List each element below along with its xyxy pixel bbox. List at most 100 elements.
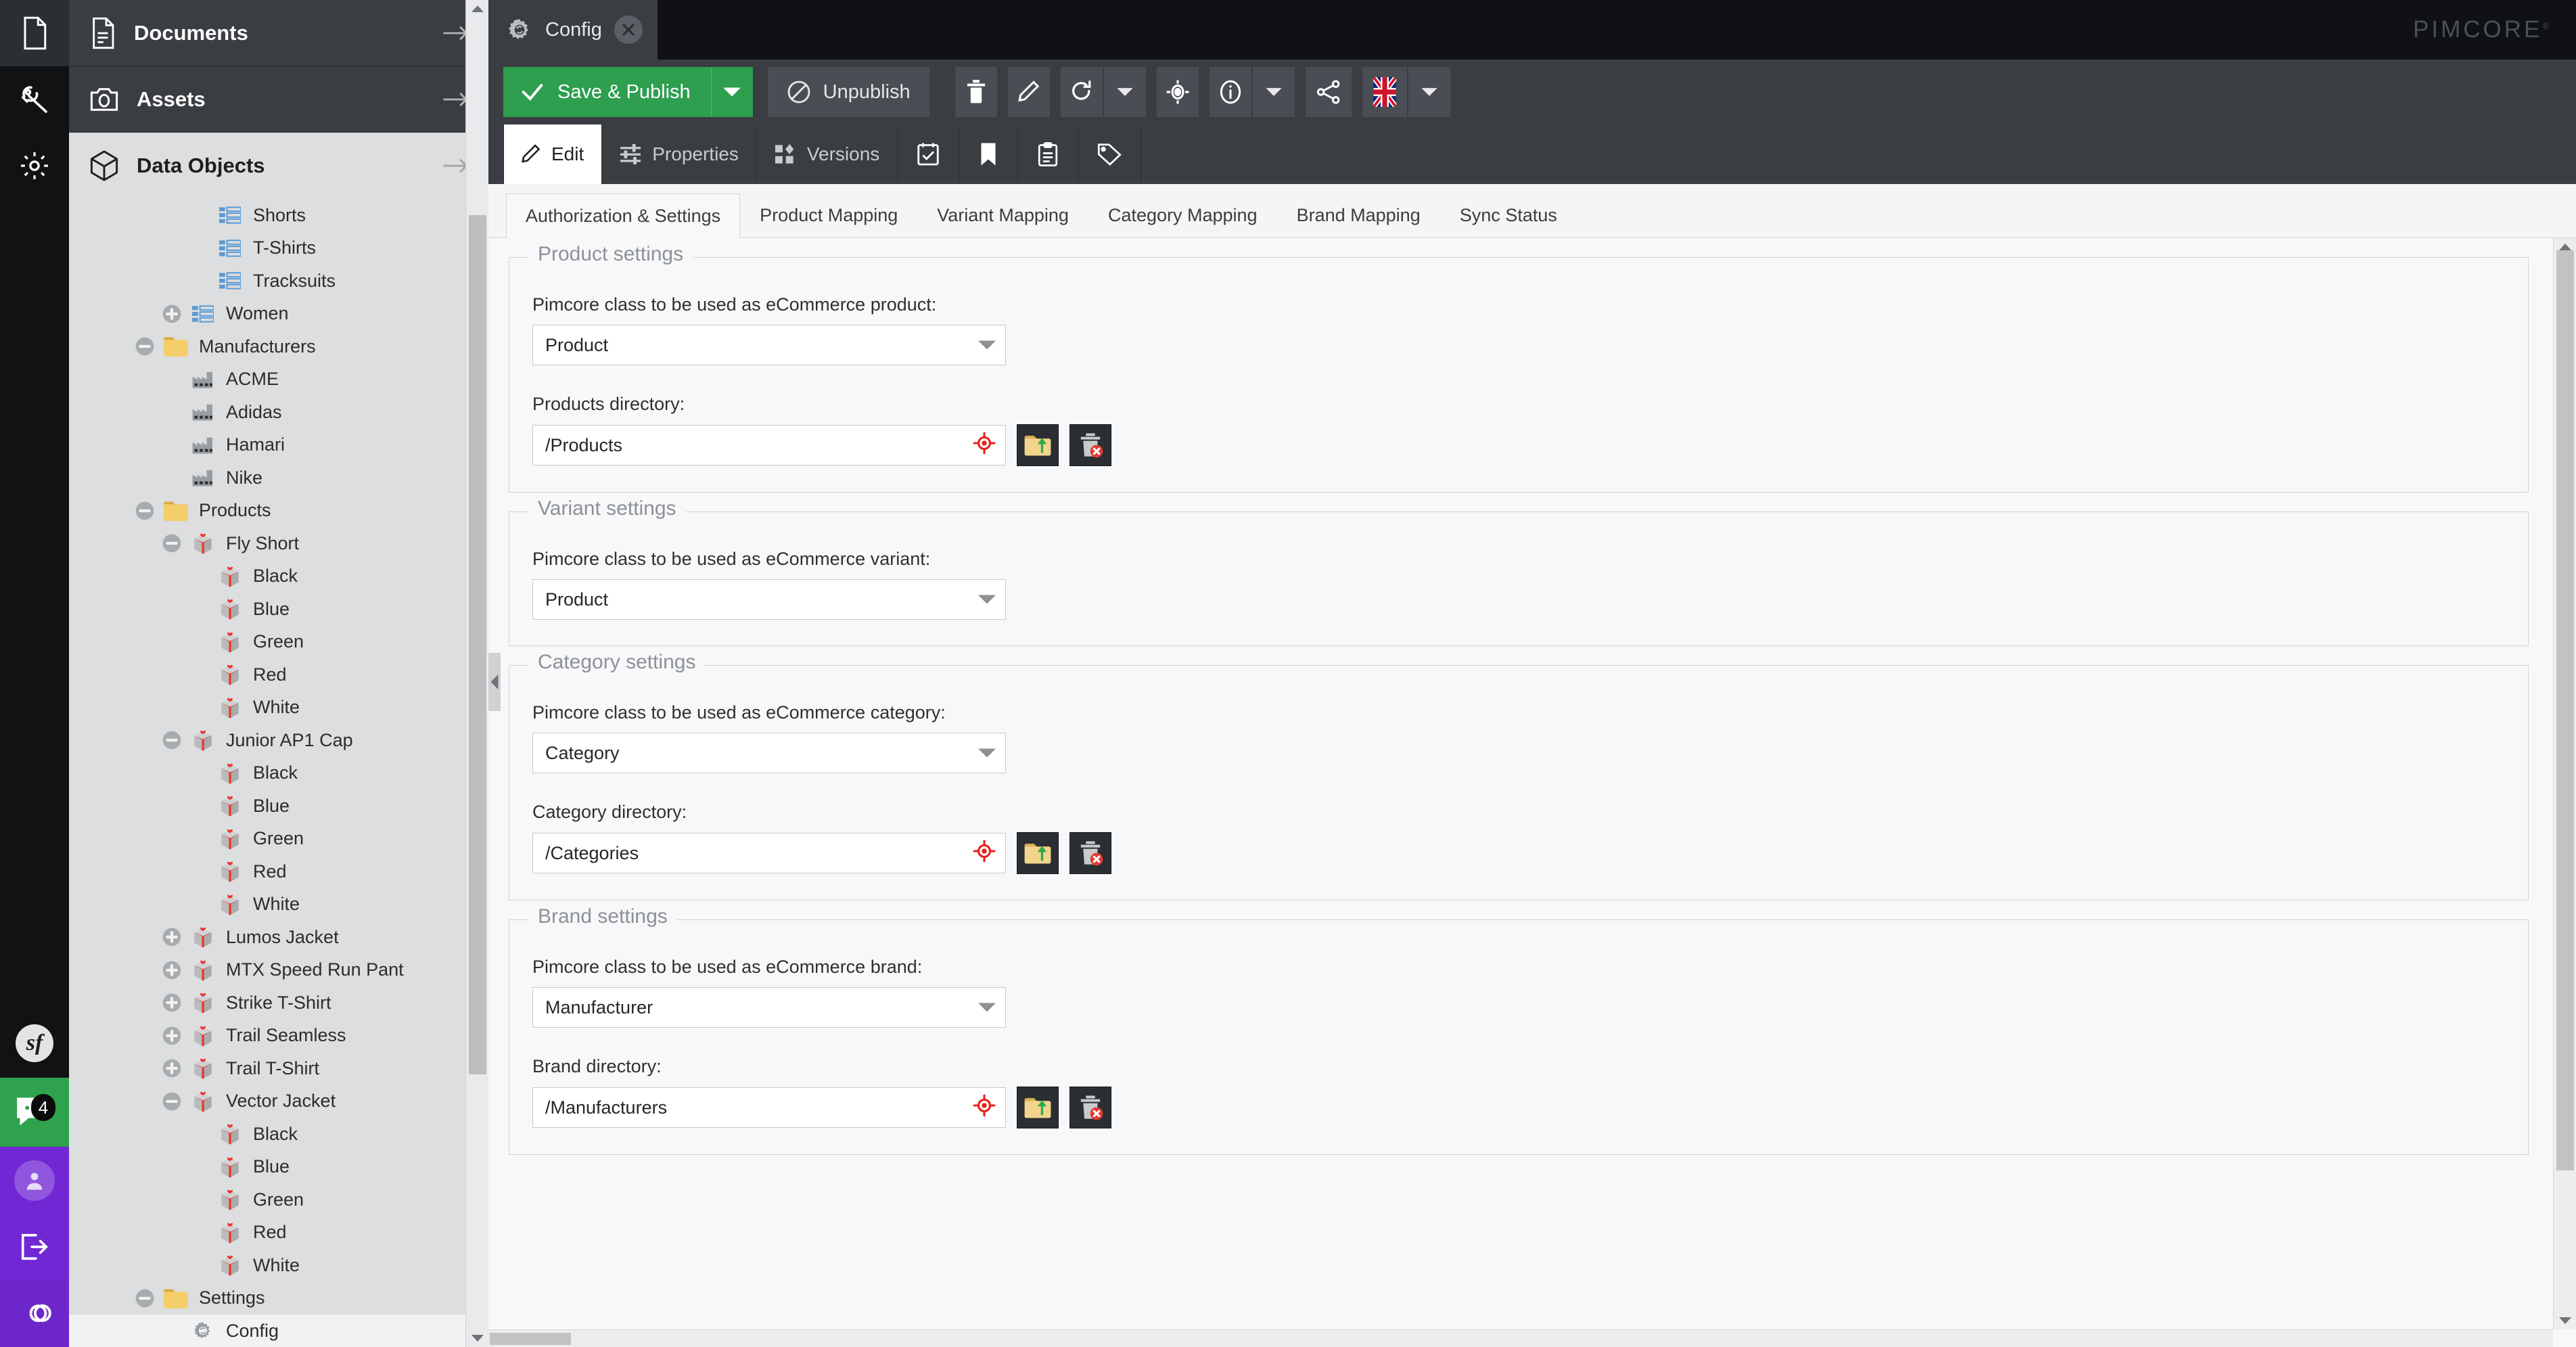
tree-node[interactable]: Blue (69, 790, 488, 823)
expand-plus-icon[interactable] (162, 960, 182, 980)
collapse-minus-icon[interactable] (135, 336, 155, 357)
rail-assets-button[interactable] (0, 66, 69, 133)
collapse-minus-icon[interactable] (162, 730, 182, 750)
reload-options-dropdown[interactable] (1103, 67, 1146, 117)
target-red-icon[interactable] (973, 840, 996, 863)
class-select[interactable]: Product (532, 325, 1006, 365)
form-vertical-scrollbar[interactable] (2553, 238, 2576, 1329)
scroll-down-arrow-icon[interactable] (2559, 1317, 2571, 1324)
inner-tab-category-mapping[interactable]: Category Mapping (1088, 193, 1277, 237)
tree-expander[interactable] (156, 304, 188, 324)
tree-expander[interactable] (156, 1026, 188, 1046)
tree-expander[interactable] (156, 927, 188, 947)
document-tab-config[interactable]: Config (488, 0, 658, 60)
tab-edit[interactable]: Edit (503, 124, 603, 184)
info-options-dropdown[interactable] (1252, 67, 1295, 117)
tree-node[interactable]: Products (69, 495, 488, 528)
target-red-icon[interactable] (973, 432, 996, 459)
target-red-icon[interactable] (973, 1094, 996, 1117)
tree-node[interactable]: White (69, 1249, 488, 1282)
expand-plus-icon[interactable] (162, 1026, 182, 1046)
tree-node[interactable]: Adidas (69, 396, 488, 429)
form-vscroll-thumb[interactable] (2556, 250, 2574, 1170)
tree-node[interactable]: Black (69, 1118, 488, 1151)
tree-node[interactable]: Red (69, 855, 488, 888)
tree-expander[interactable] (129, 1288, 161, 1308)
browse-folder-button[interactable] (1017, 832, 1059, 874)
tree-node[interactable]: White (69, 888, 488, 921)
tab-notes[interactable] (1018, 124, 1079, 184)
tree-node[interactable]: Fly Short (69, 527, 488, 560)
tree-expander[interactable] (156, 533, 188, 553)
class-select[interactable]: Manufacturer (532, 987, 1006, 1028)
tree-scrollbar-thumb[interactable] (469, 215, 486, 1074)
class-select[interactable]: Category (532, 733, 1006, 773)
unpublish-button[interactable]: Unpublish (767, 67, 929, 117)
tab-tags[interactable] (1078, 124, 1142, 184)
form-hscroll-thumb[interactable] (490, 1333, 571, 1345)
expand-plus-icon[interactable] (162, 927, 182, 947)
inner-tab-product-mapping[interactable]: Product Mapping (740, 193, 917, 237)
tree-expander[interactable] (156, 730, 188, 750)
collapse-minus-icon[interactable] (162, 533, 182, 553)
tab-bookmark[interactable] (959, 124, 1019, 184)
locate-button[interactable] (1156, 67, 1199, 117)
tree-expander[interactable] (156, 960, 188, 980)
tree-node[interactable]: White (69, 691, 488, 725)
tree-node[interactable]: Red (69, 658, 488, 691)
tab-schedule[interactable] (898, 124, 960, 184)
expand-plus-icon[interactable] (162, 1058, 182, 1078)
tree-node[interactable]: Black (69, 560, 488, 593)
tree-node[interactable]: ACME (69, 363, 488, 396)
collapse-minus-icon[interactable] (162, 1091, 182, 1112)
tree-node[interactable]: Blue (69, 1151, 488, 1184)
rail-notifications-button[interactable]: 4 (0, 1078, 69, 1147)
class-select[interactable]: Product (532, 579, 1006, 620)
tree-node-list[interactable]: Shorts T-Shirts Tracksuits Women Manufac… (69, 199, 488, 1347)
tree-node[interactable]: Manufacturers (69, 330, 488, 363)
tree-node[interactable]: MTX Speed Run Pant (69, 954, 488, 987)
tree-expander[interactable] (129, 501, 161, 521)
reload-button[interactable] (1060, 67, 1103, 117)
expand-plus-icon[interactable] (162, 992, 182, 1013)
rail-user-button[interactable] (0, 1147, 69, 1214)
tree-node[interactable]: Green (69, 626, 488, 659)
tree-node[interactable]: T-Shirts (69, 232, 488, 265)
inner-tab-variant-mapping[interactable]: Variant Mapping (917, 193, 1088, 237)
rail-symfony-button[interactable]: sf (0, 1009, 69, 1078)
save-options-dropdown[interactable] (710, 67, 753, 117)
config-inner-tabs[interactable]: Authorization & Settings Product Mapping… (488, 184, 2576, 238)
tree-node[interactable]: Green (69, 1183, 488, 1216)
language-options-dropdown[interactable] (1408, 67, 1450, 117)
tree-node[interactable]: Vector Jacket (69, 1085, 488, 1118)
rail-logout-button[interactable] (0, 1214, 69, 1279)
nav-item-data-objects[interactable]: Data Objects (69, 133, 488, 199)
tree-expander[interactable] (156, 1058, 188, 1078)
tree-node[interactable]: Shorts (69, 199, 488, 232)
tree-node[interactable]: Red (69, 1216, 488, 1250)
tree-node[interactable]: Strike T-Shirt (69, 986, 488, 1020)
scroll-up-arrow-icon[interactable] (2559, 244, 2571, 250)
language-flag-button[interactable] (1362, 67, 1407, 117)
nav-item-documents[interactable]: Documents (69, 0, 488, 66)
rail-documents-button[interactable] (0, 0, 69, 66)
directory-input[interactable]: /Manufacturers (532, 1087, 1006, 1128)
tree-expander[interactable] (129, 336, 161, 357)
target-red-icon[interactable] (973, 1094, 996, 1122)
nav-item-assets[interactable]: Assets (69, 66, 488, 133)
tree-node[interactable]: Junior AP1 Cap (69, 724, 488, 757)
browse-folder-button[interactable] (1017, 1087, 1059, 1128)
tree-node[interactable]: Hamari (69, 429, 488, 462)
tree-node[interactable]: Black (69, 757, 488, 790)
share-button[interactable] (1305, 67, 1352, 117)
panel-collapse-handle[interactable] (488, 653, 501, 711)
tree-node[interactable]: Nike (69, 461, 488, 495)
tree-node[interactable]: Tracksuits (69, 265, 488, 298)
tree-expander[interactable] (156, 1091, 188, 1112)
expand-plus-icon[interactable] (162, 304, 182, 324)
delete-button[interactable] (954, 67, 997, 117)
save-and-publish-button[interactable]: Save & Publish (503, 67, 711, 117)
scroll-down-arrow-icon[interactable] (472, 1335, 484, 1342)
close-icon[interactable] (614, 16, 643, 44)
tree-expander[interactable] (156, 992, 188, 1013)
